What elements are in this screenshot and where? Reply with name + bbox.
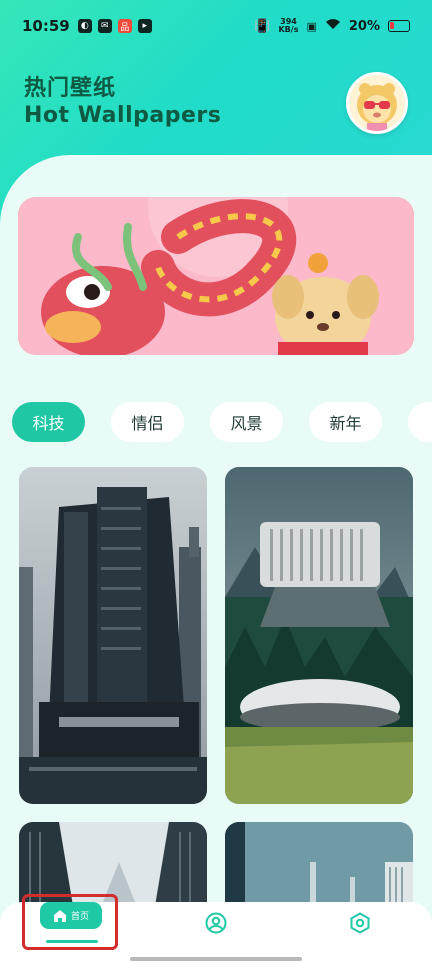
profile-icon	[205, 912, 227, 934]
mail-notification-icon: ✉	[97, 19, 112, 33]
wallpaper-card-1[interactable]	[19, 467, 207, 804]
shop-notification-icon: 品	[117, 19, 132, 33]
category-tabs: 科技情侣风景新年动	[0, 402, 432, 446]
status-right: 📳 394 KB/s ▣ 20%	[254, 18, 410, 34]
category-tab[interactable]: 新年	[309, 402, 382, 442]
page-title-en: Hot Wallpapers	[24, 103, 222, 128]
avatar[interactable]	[346, 72, 408, 134]
net-speed: 394 KB/s	[278, 17, 299, 34]
battery-icon	[388, 20, 410, 32]
category-tab[interactable]: 风景	[210, 402, 283, 442]
battery-percent: 20%	[348, 18, 380, 34]
category-tab[interactable]: 情侣	[111, 402, 184, 442]
wifi-icon	[325, 18, 341, 34]
vibrate-icon: 📳	[254, 18, 271, 34]
wallpaper-card-2[interactable]	[225, 467, 413, 804]
page-title-cn: 热门壁纸	[24, 76, 117, 101]
banner-image[interactable]	[18, 197, 414, 355]
sim-icon: ▣	[306, 19, 317, 33]
status-time: 10:59	[22, 17, 70, 35]
nav-profile-button[interactable]	[205, 912, 227, 938]
home-highlight-annotation	[22, 894, 118, 950]
play-notification-icon: ▸	[137, 19, 152, 33]
settings-icon	[350, 912, 370, 934]
status-bar: 10:59 ◐ ✉ 品 ▸ 📳 394 KB/s ▣ 20%	[0, 0, 432, 52]
app-notification-icon: ◐	[77, 19, 92, 33]
nav-settings-button[interactable]	[349, 912, 371, 938]
category-tab[interactable]: 动	[408, 402, 432, 442]
category-tab[interactable]: 科技	[12, 402, 85, 442]
status-notification-icons: ◐ ✉ 品 ▸	[77, 19, 152, 33]
gesture-bar	[130, 957, 302, 961]
